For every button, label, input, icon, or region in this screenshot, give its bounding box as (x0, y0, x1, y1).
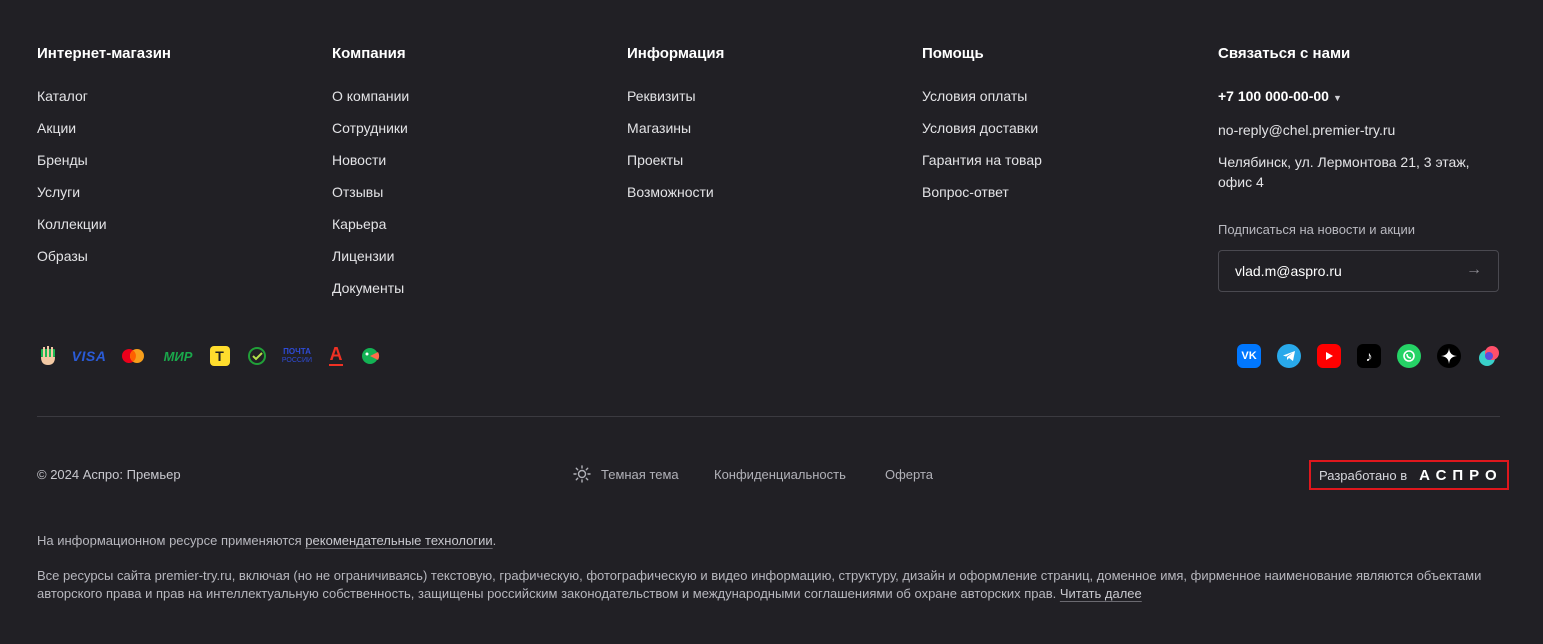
visa-icon: VISA (72, 344, 106, 368)
footer-link-sales[interactable]: Акции (37, 118, 171, 138)
rights-note: Все ресурсы сайта premier-try.ru, включа… (37, 567, 1507, 603)
read-more-link[interactable]: Читать далее (1060, 586, 1142, 601)
arrow-right-icon[interactable]: → (1466, 261, 1482, 279)
phone-number: +7 100 000-00-00 (1218, 88, 1329, 104)
subscribe-field[interactable]: vlad.m@aspro.ru → (1218, 250, 1499, 292)
developed-by-label: Разработано в (1319, 467, 1408, 483)
dzen-icon[interactable] (1437, 344, 1461, 368)
footer-link-looks[interactable]: Образы (37, 246, 171, 266)
pochta-text-bottom: РОССИИ (281, 357, 313, 364)
footer-link-career[interactable]: Карьера (332, 214, 409, 234)
footer-link-services[interactable]: Услуги (37, 182, 171, 202)
mir-icon: МИР (160, 344, 196, 368)
column-title: Интернет-магазин (37, 45, 171, 62)
footer-link-faq[interactable]: Вопрос-ответ (922, 182, 1042, 202)
footer-column-info: Информация Реквизиты Магазины Проекты Во… (627, 44, 724, 214)
phone-dropdown[interactable]: +7 100 000-00-00 ▼ (1218, 86, 1503, 108)
footer-link-collections[interactable]: Коллекции (37, 214, 171, 234)
tiktok-icon[interactable]: ♪ (1357, 344, 1381, 368)
youtube-icon[interactable] (1317, 344, 1341, 368)
footer-column-company: Компания О компании Сотрудники Новости О… (332, 44, 409, 310)
offer-link[interactable]: Оферта (885, 466, 933, 484)
footer-link-warranty[interactable]: Гарантия на товар (922, 150, 1042, 170)
footer-link-stores[interactable]: Магазины (627, 118, 724, 138)
footer-link-requisites[interactable]: Реквизиты (627, 86, 724, 106)
footer-link-features[interactable]: Возможности (627, 182, 724, 202)
green-pay-icon (359, 344, 381, 368)
column-title: Связаться с нами (1218, 45, 1351, 62)
pochta-text-top: ПОЧТА (283, 347, 311, 356)
footer-link-projects[interactable]: Проекты (627, 150, 724, 170)
footer-column-contact: Связаться с нами +7 100 000-00-00 ▼ no-re… (1218, 44, 1503, 192)
subscribe-label: Подписаться на новости и акции (1218, 222, 1416, 237)
rights-text: Все ресурсы сайта premier-try.ru, включа… (37, 568, 1482, 601)
chevron-down-icon: ▼ (1332, 93, 1342, 103)
tinkoff-icon: T (209, 344, 230, 368)
visa-text: VISA (71, 348, 107, 364)
pochta-icon: ПОЧТА РОССИИ (281, 344, 313, 368)
mir-text: МИР (163, 348, 193, 364)
footer-link-reviews[interactable]: Отзывы (332, 182, 409, 202)
aspro-logo: АСПРО (1419, 466, 1503, 484)
privacy-link[interactable]: Конфиденциальность (714, 466, 846, 484)
rec-prefix: На информационном ресурсе применяются (37, 533, 306, 548)
footer-divider (37, 416, 1500, 417)
footer-column-shop: Интернет-магазин Каталог Акции Бренды Ус… (37, 44, 171, 278)
dark-theme-toggle[interactable]: Темная тема (601, 466, 679, 484)
hand-card-icon (37, 344, 59, 368)
footer-link-licenses[interactable]: Лицензии (332, 246, 409, 266)
footer-link-brands[interactable]: Бренды (37, 150, 171, 170)
copyright: © 2024 Аспро: Премьер (37, 467, 181, 482)
tinkoff-text: T (209, 346, 230, 366)
column-title: Информация (627, 45, 725, 62)
footer-link-about[interactable]: О компании (332, 86, 409, 106)
sun-icon[interactable] (573, 465, 591, 483)
footer-link-news[interactable]: Новости (332, 150, 409, 170)
contact-email[interactable]: no-reply@chel.premier-try.ru (1218, 120, 1503, 140)
footer-link-catalog[interactable]: Каталог (37, 86, 171, 106)
column-title: Компания (332, 45, 406, 62)
mastercard-icon (120, 344, 146, 368)
contact-address: Челябинск, ул. Лермонтова 21, 3 этаж, оф… (1218, 154, 1470, 190)
whatsapp-icon[interactable] (1397, 344, 1421, 368)
vk-icon[interactable]: VK (1237, 344, 1261, 368)
vk-text: VK (1241, 350, 1257, 362)
alfa-icon: А (327, 344, 345, 368)
rec-suffix: . (492, 533, 497, 548)
footer-column-help: Помощь Условия оплаты Условия доставки Г… (922, 44, 1042, 214)
telegram-icon[interactable] (1277, 344, 1301, 368)
footer-link-payment-terms[interactable]: Условия оплаты (922, 86, 1042, 106)
column-title: Помощь (922, 45, 984, 62)
footer-link-delivery-terms[interactable]: Условия доставки (922, 118, 1042, 138)
sber-icon (246, 344, 268, 368)
subscribe-input-value[interactable]: vlad.m@aspro.ru (1235, 263, 1342, 279)
tiktok-text: ♪ (1365, 348, 1373, 364)
recommendation-note: На информационном ресурсе применяются ре… (37, 532, 1507, 550)
colorful-icon[interactable] (1477, 344, 1501, 368)
developer-badge[interactable]: Разработано в АСПРО (1309, 460, 1509, 490)
footer-link-documents[interactable]: Документы (332, 278, 409, 298)
rec-tech-link[interactable]: рекомендательные технологии (305, 533, 492, 548)
footer-link-staff[interactable]: Сотрудники (332, 118, 409, 138)
alfa-text: А (329, 344, 343, 364)
